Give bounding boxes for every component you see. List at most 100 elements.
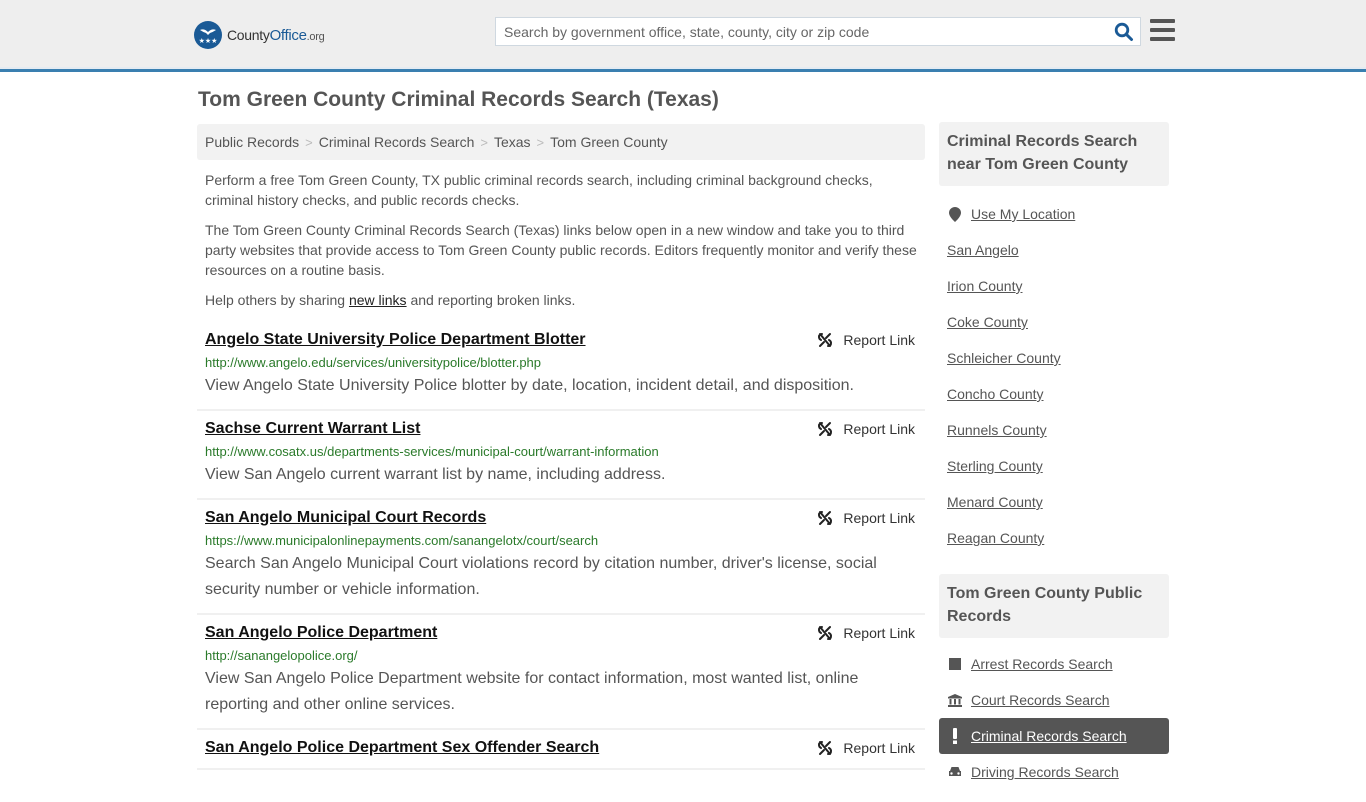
broken-link-icon xyxy=(818,626,833,640)
site-logo[interactable]: ★★★ CountyOffice.org xyxy=(194,21,325,49)
breadcrumb-public-records[interactable]: Public Records xyxy=(205,134,299,150)
site-header: ★★★ CountyOffice.org xyxy=(0,0,1366,72)
public-records-list: Arrest Records Search Court Records Sear… xyxy=(939,638,1169,802)
result-description: View San Angelo Police Department websit… xyxy=(205,670,859,713)
broken-link-icon xyxy=(818,333,833,347)
exclamation-icon xyxy=(947,728,963,744)
breadcrumb-criminal-records-search[interactable]: Criminal Records Search xyxy=(319,134,475,150)
nearby-link-concho-county[interactable]: Concho County xyxy=(947,386,1044,402)
nearby-link-irion-county[interactable]: Irion County xyxy=(947,278,1022,294)
result-title-link[interactable]: San Angelo Police Department Sex Offende… xyxy=(205,738,599,758)
nearby-item: Runnels County xyxy=(947,412,1169,448)
breadcrumb-separator: > xyxy=(305,135,313,150)
menu-bar xyxy=(1150,37,1175,41)
report-link-label: Report Link xyxy=(843,421,915,437)
nearby-link-coke-county[interactable]: Coke County xyxy=(947,314,1028,330)
report-link-button[interactable]: Report Link xyxy=(817,421,915,437)
public-record-item-active: Criminal Records Search xyxy=(939,718,1169,754)
svg-text:★★★: ★★★ xyxy=(199,37,218,45)
sidebar: Criminal Records Search near Tom Green C… xyxy=(939,122,1169,802)
report-link-button[interactable]: Report Link xyxy=(817,625,915,641)
map-pin-icon xyxy=(947,206,963,222)
public-record-item: Court Records Search xyxy=(947,682,1169,718)
result-item: San Angelo Municipal Court Records Repor… xyxy=(197,500,925,615)
breadcrumb-texas[interactable]: Texas xyxy=(494,134,531,150)
broken-link-icon xyxy=(818,422,833,436)
nearby-item: Coke County xyxy=(947,304,1169,340)
courthouse-icon xyxy=(947,693,963,707)
broken-link-icon xyxy=(818,741,833,755)
breadcrumb: Public Records > Criminal Records Search > T… xyxy=(197,124,925,160)
report-link-button[interactable]: Report Link xyxy=(817,332,915,348)
square-icon xyxy=(947,658,963,670)
menu-bar xyxy=(1150,19,1175,23)
header-divider xyxy=(0,67,1366,69)
logo-text-org: .org xyxy=(306,30,325,43)
result-url[interactable]: https://www.municipalonlinepayments.com/… xyxy=(205,532,917,550)
public-record-item: Arrest Records Search xyxy=(947,646,1169,682)
report-link-label: Report Link xyxy=(843,510,915,526)
nearby-item: Schleicher County xyxy=(947,340,1169,376)
report-link-button[interactable]: Report Link xyxy=(817,510,915,526)
eagle-stars-logo-icon: ★★★ xyxy=(194,21,222,49)
nearby-item: Reagan County xyxy=(947,520,1169,556)
logo-text-county: County xyxy=(227,26,270,43)
share-text-before: Help others by sharing xyxy=(205,292,349,308)
results-list: Angelo State University Police Departmen… xyxy=(197,322,925,770)
new-links-link[interactable]: new links xyxy=(349,292,407,308)
nearby-link-san-angelo[interactable]: San Angelo xyxy=(947,242,1019,258)
nearby-link-schleicher-county[interactable]: Schleicher County xyxy=(947,350,1061,366)
result-title-link[interactable]: San Angelo Municipal Court Records xyxy=(205,508,486,528)
result-item: Sachse Current Warrant List Report Link … xyxy=(197,411,925,500)
result-description: View Angelo State University Police blot… xyxy=(205,377,854,394)
nearby-link-menard-county[interactable]: Menard County xyxy=(947,494,1043,510)
broken-link-icon xyxy=(818,511,833,525)
report-link-button[interactable]: Report Link xyxy=(817,740,915,756)
nearby-item: San Angelo xyxy=(947,232,1169,268)
nearby-heading: Criminal Records Search near Tom Green C… xyxy=(939,122,1169,186)
intro-text: Perform a free Tom Green County, TX publ… xyxy=(205,170,923,320)
menu-bar xyxy=(1150,28,1175,32)
result-description: View San Angelo current warrant list by … xyxy=(205,466,666,483)
logo-text-office: Office xyxy=(269,26,307,44)
use-my-location-link[interactable]: Use My Location xyxy=(971,206,1075,222)
result-item: Angelo State University Police Departmen… xyxy=(197,322,925,411)
nearby-link-sterling-county[interactable]: Sterling County xyxy=(947,458,1043,474)
breadcrumb-separator: > xyxy=(480,135,488,150)
search-bar xyxy=(495,17,1141,46)
report-link-label: Report Link xyxy=(843,625,915,641)
intro-paragraph-share: Help others by sharing new links and rep… xyxy=(205,290,923,310)
report-link-label: Report Link xyxy=(843,740,915,756)
hamburger-menu-icon[interactable] xyxy=(1150,19,1175,43)
search-icon[interactable] xyxy=(1114,22,1134,42)
nearby-list: Use My Location San Angelo Irion County … xyxy=(939,186,1169,568)
result-url[interactable]: http://www.angelo.edu/services/universit… xyxy=(205,354,917,372)
search-input[interactable] xyxy=(496,18,1106,45)
court-records-link[interactable]: Court Records Search xyxy=(971,692,1110,708)
arrest-records-link[interactable]: Arrest Records Search xyxy=(971,656,1113,672)
result-url[interactable]: http://www.cosatx.us/departments-service… xyxy=(205,443,917,461)
logo-text: CountyOffice.org xyxy=(227,26,325,44)
nearby-link-runnels-county[interactable]: Runnels County xyxy=(947,422,1047,438)
public-records-heading: Tom Green County Public Records xyxy=(939,574,1169,638)
result-item: San Angelo Police Department Report Link… xyxy=(197,615,925,730)
result-url[interactable]: http://sanangelopolice.org/ xyxy=(205,647,917,665)
use-my-location-item: Use My Location xyxy=(947,196,1169,232)
report-link-label: Report Link xyxy=(843,332,915,348)
nearby-item: Sterling County xyxy=(947,448,1169,484)
nearby-item: Irion County xyxy=(947,268,1169,304)
breadcrumb-separator: > xyxy=(536,135,545,150)
result-title-link[interactable]: Sachse Current Warrant List xyxy=(205,419,420,439)
nearby-item: Menard County xyxy=(947,484,1169,520)
driving-records-link[interactable]: Driving Records Search xyxy=(971,764,1119,780)
nearby-link-reagan-county[interactable]: Reagan County xyxy=(947,530,1044,546)
nearby-item: Concho County xyxy=(947,376,1169,412)
public-record-item: Driving Records Search xyxy=(947,754,1169,790)
result-title-link[interactable]: San Angelo Police Department xyxy=(205,623,437,643)
share-text-after: and reporting broken links. xyxy=(406,292,576,308)
criminal-records-link[interactable]: Criminal Records Search xyxy=(971,728,1127,744)
intro-paragraph: The Tom Green County Criminal Records Se… xyxy=(205,222,917,278)
intro-paragraph: Perform a free Tom Green County, TX publ… xyxy=(205,172,873,208)
breadcrumb-current: Tom Green County xyxy=(550,134,668,150)
result-title-link[interactable]: Angelo State University Police Departmen… xyxy=(205,330,586,350)
